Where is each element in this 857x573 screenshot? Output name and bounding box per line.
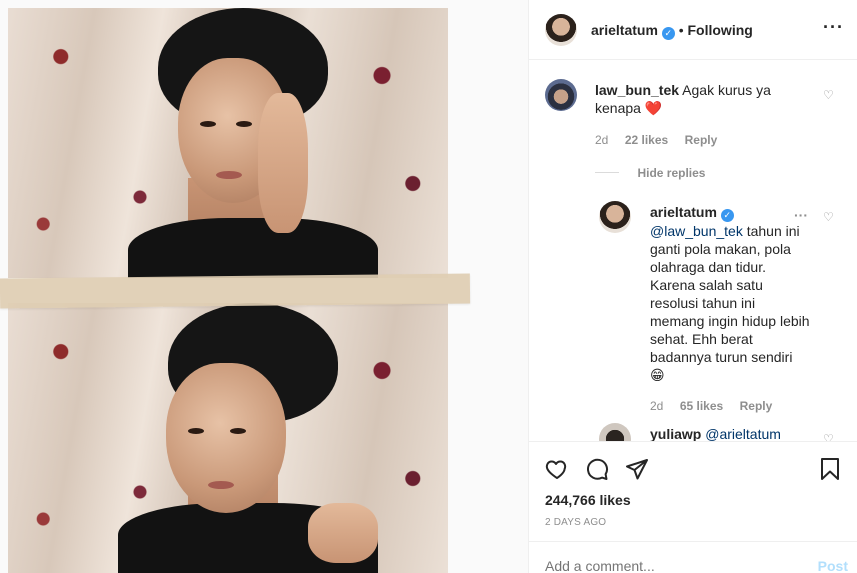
likes-count[interactable]: 244,766 likes xyxy=(545,492,631,508)
red-heart-emoji: ❤️ xyxy=(644,100,663,116)
comment-input[interactable] xyxy=(545,558,795,573)
post-header: arieltatum ✓ • Following ··· xyxy=(529,0,857,60)
left-eye xyxy=(188,428,204,434)
comment-likes[interactable]: 22 likes xyxy=(625,133,668,147)
comments-list[interactable]: law_bun_tek Agak kurus ya kenapa ❤️ ♡ 2d… xyxy=(529,61,857,441)
avatar[interactable] xyxy=(545,79,577,111)
more-horizontal-icon[interactable]: ··· xyxy=(823,17,844,38)
divider-line xyxy=(595,172,619,174)
following-button[interactable]: Following xyxy=(688,22,753,38)
comment-username[interactable]: yuliawp xyxy=(650,426,701,441)
share-icon[interactable] xyxy=(625,457,649,481)
reply-text: tahun ini ganti pola makan, pola olahrag… xyxy=(650,223,810,365)
heart-icon[interactable]: ♡ xyxy=(823,211,835,223)
hide-replies-label: Hide replies xyxy=(637,166,706,180)
add-comment-bar: Post xyxy=(529,541,857,573)
comment-meta: 2d 22 likes Reply xyxy=(595,131,717,149)
grin-emoji: 😁 xyxy=(650,367,665,383)
reply-username[interactable]: arieltatum xyxy=(650,204,717,220)
mention-link[interactable]: @law_bun_tek xyxy=(650,223,743,239)
reply-body: arieltatum ✓ @law_bun_tek tahun ini gant… xyxy=(650,203,810,384)
verified-badge-icon: ✓ xyxy=(720,209,734,222)
avatar[interactable] xyxy=(599,201,631,233)
avatar[interactable] xyxy=(599,423,631,441)
heart-icon[interactable]: ♡ xyxy=(823,89,835,101)
hide-replies-button[interactable]: Hide replies xyxy=(595,164,705,182)
post-date[interactable]: 2 DAYS AGO xyxy=(545,517,606,528)
reply-button[interactable]: Reply xyxy=(685,133,718,147)
post-photo-bottom xyxy=(8,303,448,573)
header-username[interactable]: arieltatum xyxy=(591,22,658,38)
avatar[interactable] xyxy=(545,14,577,46)
lips xyxy=(208,481,234,489)
dot-separator: • xyxy=(678,22,688,38)
post-button[interactable]: Post xyxy=(818,558,848,573)
tape-strip xyxy=(0,273,471,309)
verified-badge-icon: ✓ xyxy=(661,27,675,40)
comment-age[interactable]: 2d xyxy=(595,133,608,147)
post-photo-top xyxy=(8,8,448,278)
post-side-panel: arieltatum ✓ • Following ··· law_bun_tek… xyxy=(528,0,857,573)
face-shape xyxy=(166,363,286,513)
reply-age[interactable]: 2d xyxy=(650,399,663,413)
comment-username[interactable]: law_bun_tek xyxy=(595,82,679,98)
dress-shape xyxy=(128,218,378,278)
header-user-line: arieltatum ✓ • Following xyxy=(591,22,753,40)
reply-meta: 2d 65 likes Reply xyxy=(650,397,772,415)
reply-likes[interactable]: 65 likes xyxy=(680,399,723,413)
right-eye xyxy=(236,121,252,127)
lips xyxy=(216,171,242,179)
reply-button[interactable]: Reply xyxy=(740,399,773,413)
bookmark-icon[interactable] xyxy=(818,457,842,481)
more-horizontal-icon[interactable]: ··· xyxy=(794,207,808,223)
heart-icon[interactable] xyxy=(545,457,569,481)
comment-body: law_bun_tek Agak kurus ya kenapa ❤️ xyxy=(595,81,815,117)
hand-shape xyxy=(308,503,378,563)
post-image-area[interactable] xyxy=(0,0,528,573)
comment-icon[interactable] xyxy=(585,457,609,481)
left-eye xyxy=(200,121,216,127)
right-eye xyxy=(230,428,246,434)
hand-shape xyxy=(258,93,308,233)
comment-body: yuliawp @arieltatum xyxy=(650,425,781,441)
mention-link[interactable]: @arieltatum xyxy=(705,426,781,441)
heart-icon[interactable]: ♡ xyxy=(823,433,835,441)
